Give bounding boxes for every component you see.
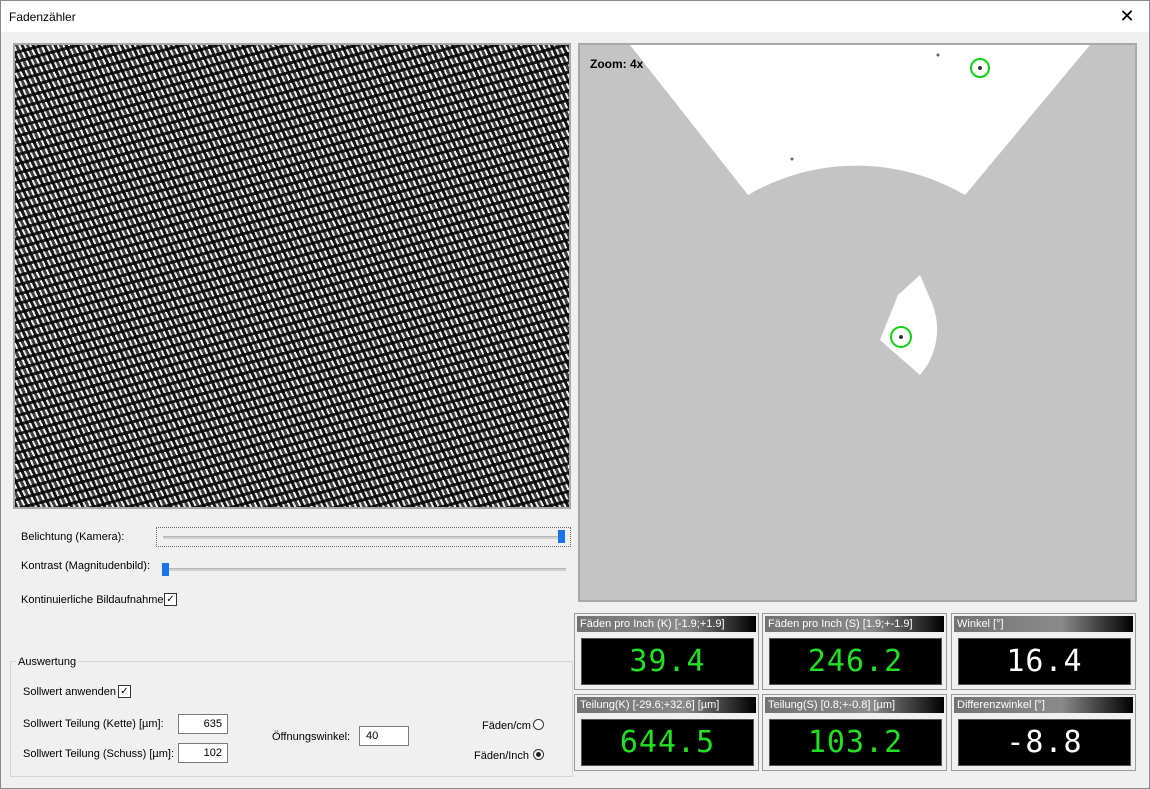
contrast-track bbox=[162, 568, 566, 571]
unit-per-cm-label: Fäden/cm bbox=[482, 720, 531, 732]
unit-per-inch-radio[interactable] bbox=[533, 749, 544, 760]
contrast-slider[interactable] bbox=[156, 560, 571, 580]
apply-setpoint-label: Sollwert anwenden bbox=[23, 686, 116, 698]
magnitude-spectrum bbox=[630, 45, 1090, 375]
panel-title: Teilung(K) [-29.6;+32.6] [µm] bbox=[577, 697, 756, 713]
evaluation-group-title: Auswertung bbox=[16, 656, 79, 668]
bright-sector-center bbox=[880, 275, 938, 375]
zoom-label: Zoom: 4x bbox=[590, 57, 644, 71]
peak-dot-2 bbox=[899, 335, 903, 339]
warp-pitch-input[interactable]: 635 bbox=[178, 714, 228, 734]
contrast-thumb[interactable] bbox=[162, 563, 169, 576]
weft-pitch-label: Sollwert Teilung (Schuss) [µm]: bbox=[23, 748, 175, 760]
panel-value: 644.5 bbox=[581, 719, 754, 766]
magnitude-image: Zoom: 4x bbox=[578, 43, 1137, 602]
opening-angle-label: Öffnungswinkel: bbox=[272, 731, 351, 743]
exposure-track bbox=[163, 536, 564, 539]
panel-value: 103.2 bbox=[769, 719, 942, 766]
panel-threads-per-inch-weft: Fäden pro Inch (S) [1.9;+-1.9] 246.2 bbox=[762, 613, 947, 690]
panel-title: Teilung(S) [0.8;+-0.8] [µm] bbox=[765, 697, 944, 713]
weft-pitch-input[interactable]: 102 bbox=[178, 743, 228, 763]
contrast-label: Kontrast (Magnitudenbild): bbox=[21, 560, 151, 572]
close-icon[interactable]: ✕ bbox=[1105, 1, 1149, 32]
title-bar: Fadenzähler ✕ bbox=[1, 1, 1149, 32]
panel-pitch-warp: Teilung(K) [-29.6;+32.6] [µm] 644.5 bbox=[574, 694, 759, 771]
panel-title: Fäden pro Inch (S) [1.9;+-1.9] bbox=[765, 616, 944, 632]
peak-dot-1 bbox=[978, 66, 982, 70]
panel-title: Fäden pro Inch (K) [-1.9;+1.9] bbox=[577, 616, 756, 632]
noise-dot bbox=[936, 53, 940, 57]
panel-value: 246.2 bbox=[769, 638, 942, 685]
panel-pitch-weft: Teilung(S) [0.8;+-0.8] [µm] 103.2 bbox=[762, 694, 947, 771]
panel-differential-angle: Differenzwinkel [°] -8.8 bbox=[951, 694, 1136, 771]
panel-value: -8.8 bbox=[958, 719, 1131, 766]
apply-setpoint-checkbox[interactable]: ✓ bbox=[118, 685, 131, 698]
panel-title: Differenzwinkel [°] bbox=[954, 697, 1133, 713]
unit-per-cm-radio[interactable] bbox=[533, 719, 544, 730]
continuous-capture-checkbox[interactable]: ✓ bbox=[164, 593, 177, 606]
exposure-slider[interactable] bbox=[156, 527, 571, 547]
opening-angle-input[interactable]: 40 bbox=[359, 726, 409, 746]
noise-dot bbox=[790, 157, 794, 161]
panel-title: Winkel [°] bbox=[954, 616, 1133, 632]
exposure-label: Belichtung (Kamera): bbox=[21, 531, 125, 543]
window-title: Fadenzähler bbox=[9, 10, 76, 24]
camera-image bbox=[13, 43, 571, 509]
bright-sector-top bbox=[630, 45, 1090, 195]
panel-angle: Winkel [°] 16.4 bbox=[951, 613, 1136, 690]
exposure-thumb[interactable] bbox=[558, 530, 565, 543]
panel-threads-per-inch-warp: Fäden pro Inch (K) [-1.9;+1.9] 39.4 bbox=[574, 613, 759, 690]
continuous-capture-label: Kontinuierliche Bildaufnahme bbox=[21, 594, 164, 606]
panel-value: 39.4 bbox=[581, 638, 754, 685]
warp-pitch-label: Sollwert Teilung (Kette) [µm]: bbox=[23, 718, 164, 730]
unit-per-inch-label: Fäden/Inch bbox=[474, 750, 530, 762]
panel-value: 16.4 bbox=[958, 638, 1131, 685]
